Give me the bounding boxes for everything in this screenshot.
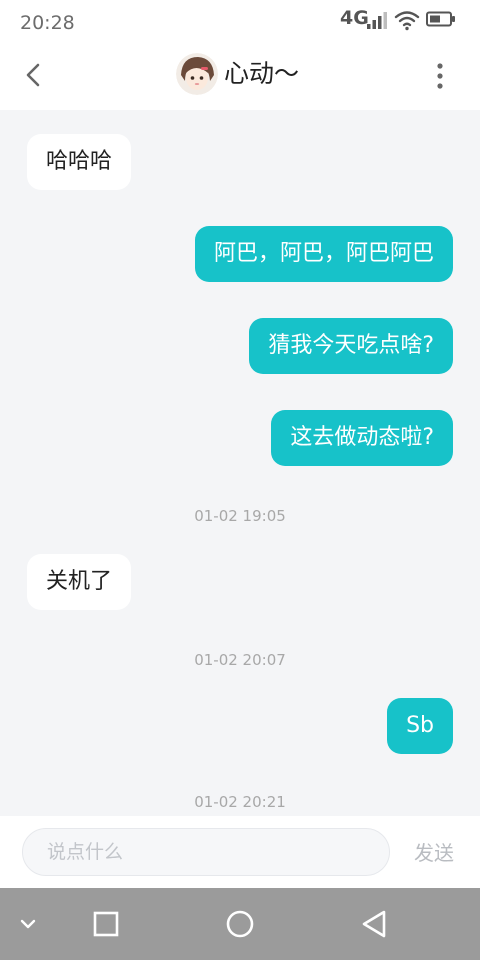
back-icon[interactable] xyxy=(14,56,52,94)
outgoing-message[interactable]: Sb xyxy=(387,698,453,754)
nav-recents-button[interactable] xyxy=(80,888,132,960)
nav-home-button[interactable] xyxy=(212,888,268,960)
message-list: 哈哈哈 阿巴，阿巴，阿巴阿巴 猜我今天吃点啥? 这去做动态啦? 01-02 19… xyxy=(0,110,480,816)
avatar-image xyxy=(176,53,218,95)
chat-screen: 20:28 4G 心动〜 哈哈哈 阿巴，阿巴，阿巴阿巴 猜我今天吃点啥? 这去做… xyxy=(0,0,480,960)
circle-icon xyxy=(226,910,254,938)
message-timestamp: 01-02 20:21 xyxy=(194,793,286,811)
avatar[interactable] xyxy=(176,53,218,95)
outgoing-message[interactable]: 猜我今天吃点啥? xyxy=(249,318,453,374)
message-timestamp: 01-02 20:07 xyxy=(194,651,286,669)
contact-title-group[interactable]: 心动〜 xyxy=(176,50,299,98)
page-title: 心动〜 xyxy=(224,59,300,88)
wifi-icon xyxy=(394,11,420,31)
incoming-message[interactable]: 哈哈哈 xyxy=(27,134,132,190)
network-type: 4G xyxy=(340,7,369,29)
chevron-down-icon xyxy=(20,919,36,929)
status-bar: 20:28 4G xyxy=(0,0,480,40)
message-timestamp: 01-02 19:05 xyxy=(194,507,286,525)
outgoing-message[interactable]: 阿巴，阿巴，阿巴阿巴 xyxy=(194,226,453,282)
more-options-icon[interactable] xyxy=(426,58,454,94)
status-time: 20:28 xyxy=(20,12,75,34)
nav-back-button[interactable] xyxy=(346,888,402,960)
triangle-back-icon xyxy=(362,910,386,938)
signal-icon xyxy=(367,12,387,29)
send-button[interactable]: 发送 xyxy=(414,840,454,866)
message-input-bar: 发送 xyxy=(0,816,480,888)
square-icon xyxy=(93,911,119,937)
battery-icon xyxy=(426,11,455,27)
system-navigation-bar xyxy=(0,888,480,960)
incoming-message[interactable]: 关机了 xyxy=(27,554,132,610)
outgoing-message[interactable]: 这去做动态啦? xyxy=(271,410,453,466)
nav-collapse-button[interactable] xyxy=(6,888,50,960)
message-input[interactable] xyxy=(22,828,390,876)
chat-header: 心动〜 xyxy=(0,40,480,110)
